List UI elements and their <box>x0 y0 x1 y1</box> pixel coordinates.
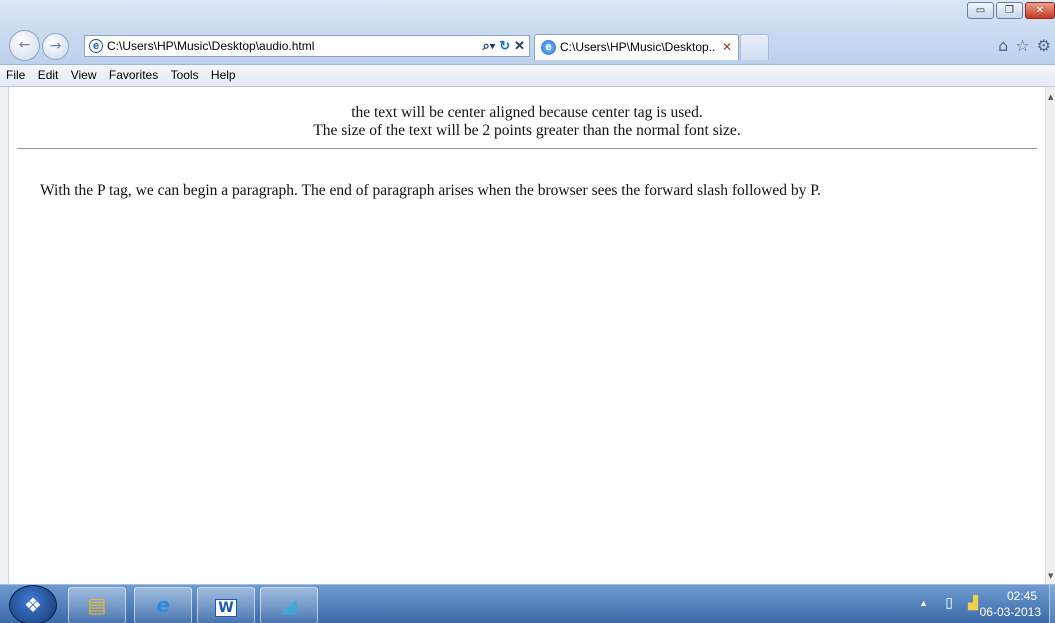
menu-favorites[interactable]: Favorites <box>109 68 158 82</box>
menu-file[interactable]: File <box>6 68 25 82</box>
word-icon[interactable]: W <box>197 587 255 623</box>
tab-label: C:\Users\HP\Music\Desktop.. <box>560 40 716 54</box>
horizontal-rule <box>17 148 1037 149</box>
clock-time[interactable]: 02:45 <box>975 589 1037 603</box>
start-button[interactable]: ❖ <box>9 585 57 623</box>
show-desktop-button[interactable] <box>1049 585 1055 623</box>
menu-help[interactable]: Help <box>211 68 236 82</box>
page-icon: e <box>89 39 103 53</box>
tray-expand-icon[interactable]: ▲ <box>919 598 928 608</box>
restore-button[interactable]: ❐ <box>996 2 1023 19</box>
address-bar[interactable]: e C:\Users\HP\Music\Desktop\audio.html ⌕… <box>84 35 530 57</box>
close-button[interactable]: ✕ <box>1025 2 1055 19</box>
address-tools: ⌕▾ ↻ ✕ <box>482 36 525 56</box>
clock-date[interactable]: 06-03-2013 <box>971 605 1041 619</box>
menu-view[interactable]: View <box>71 68 97 82</box>
search-icon[interactable]: ⌕▾ <box>482 36 495 56</box>
refresh-icon[interactable]: ↻ <box>499 36 510 56</box>
home-icon[interactable]: ⌂ <box>998 36 1008 55</box>
favorites-icon[interactable]: ☆ <box>1015 36 1029 55</box>
window-controls: ▭ ❐ ✕ <box>967 2 1055 19</box>
minimize-button[interactable]: ▭ <box>967 2 994 19</box>
page-content: the text will be center aligned because … <box>9 87 1045 584</box>
toolbar-right: ⌂ ☆ ⚙ <box>998 36 1051 55</box>
centered-line-2: The size of the text will be 2 points gr… <box>313 122 741 139</box>
browser-chrome: ▭ ❐ ✕ ← → e C:\Users\HP\Music\Desktop\au… <box>0 0 1055 65</box>
centered-line-1: the text will be center aligned because … <box>351 104 703 121</box>
word-letter: W <box>215 599 237 617</box>
stop-icon[interactable]: ✕ <box>514 36 525 56</box>
paint-icon[interactable]: ◢ <box>260 587 318 623</box>
tab-active[interactable]: e C:\Users\HP\Music\Desktop.. ✕ <box>534 34 739 60</box>
scroll-down-icon[interactable]: ▼ <box>1048 572 1053 580</box>
forward-button[interactable]: → <box>42 33 69 60</box>
paragraph: With the P tag, we can begin a paragraph… <box>40 182 822 199</box>
battery-icon[interactable]: ▯ <box>945 594 953 611</box>
centered-text: the text will be center aligned because … <box>9 87 1045 140</box>
settings-icon[interactable]: ⚙ <box>1037 36 1051 55</box>
file-explorer-icon[interactable]: ▤ <box>68 587 126 623</box>
tab-close-icon[interactable]: ✕ <box>722 35 732 59</box>
menu-tools[interactable]: Tools <box>171 68 199 82</box>
ie-icon: e <box>541 40 556 55</box>
scroll-up-icon[interactable]: ▲ <box>1048 93 1053 101</box>
menu-bar: File Edit View Favorites Tools Help <box>0 65 1055 87</box>
menu-edit[interactable]: Edit <box>38 68 59 82</box>
taskbar: ❖ ▤ e W ◢ ▲ ▯ ▟ 02:45 06-03-2013 <box>0 584 1055 623</box>
address-url[interactable]: C:\Users\HP\Music\Desktop\audio.html <box>107 36 314 56</box>
vertical-scrollbar[interactable]: ▲ ▼ <box>1045 87 1055 584</box>
back-button[interactable]: ← <box>9 30 40 61</box>
left-frame <box>0 87 9 584</box>
new-tab-button[interactable] <box>740 34 769 60</box>
internet-explorer-icon[interactable]: e <box>134 587 192 623</box>
